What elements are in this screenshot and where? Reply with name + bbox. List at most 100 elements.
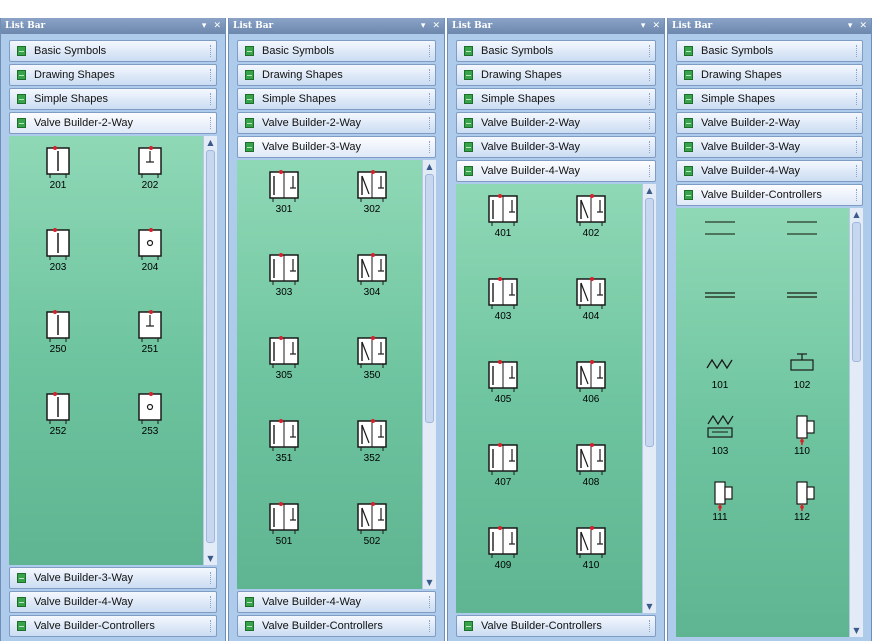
listbar-group-basic-symbols[interactable]: Basic Symbols: [237, 40, 436, 62]
listbar-group-drawing-shapes[interactable]: Drawing Shapes: [237, 64, 436, 86]
listbar-group-drawing-shapes[interactable]: Drawing Shapes: [456, 64, 656, 86]
shape-item[interactable]: 204: [125, 226, 175, 274]
dropdown-icon[interactable]: ▾: [641, 21, 646, 31]
shape-item[interactable]: 110: [777, 410, 827, 458]
shape-item[interactable]: 303: [259, 251, 309, 299]
shape-item[interactable]: 301: [259, 168, 309, 216]
scroll-down-arrow-icon[interactable]: ▼: [204, 552, 217, 565]
shape-item[interactable]: 103: [695, 410, 745, 458]
shape-item[interactable]: 352: [347, 417, 397, 465]
scroll-up-arrow-icon[interactable]: ▲: [423, 160, 436, 173]
scroll-thumb[interactable]: [206, 150, 215, 543]
vertical-scrollbar[interactable]: ▲ ▼: [849, 208, 863, 637]
scroll-thumb[interactable]: [852, 222, 861, 362]
close-icon[interactable]: ✕: [652, 21, 660, 31]
listbar-group-valve-builder-2-way[interactable]: Valve Builder-2-Way: [676, 112, 863, 134]
listbar-group-simple-shapes[interactable]: Simple Shapes: [676, 88, 863, 110]
grip-handle: [210, 596, 213, 608]
shape-item[interactable]: 402: [566, 192, 616, 240]
close-icon[interactable]: ✕: [432, 21, 440, 31]
shape-item[interactable]: 111: [695, 476, 745, 524]
close-icon[interactable]: ✕: [213, 21, 221, 31]
shape-item[interactable]: 253: [125, 390, 175, 438]
shape-label: 103: [711, 446, 729, 457]
listbar-group-valve-builder-4-way[interactable]: Valve Builder-4-Way: [456, 160, 656, 182]
scroll-down-arrow-icon[interactable]: ▼: [643, 600, 656, 613]
shape-item[interactable]: 101: [695, 344, 745, 392]
group-label: Valve Builder-4-Way: [481, 165, 581, 177]
listbar-group-valve-builder-controllers[interactable]: Valve Builder-Controllers: [9, 615, 217, 637]
close-icon[interactable]: ✕: [859, 21, 867, 31]
shape-item[interactable]: 408: [566, 441, 616, 489]
shape-item[interactable]: 501: [259, 500, 309, 548]
valve-4way-icon: [576, 194, 606, 226]
shape-item[interactable]: 203: [33, 226, 83, 274]
listbar-group-valve-builder-4-way[interactable]: Valve Builder-4-Way: [676, 160, 863, 182]
listbar-group-valve-builder-3-way[interactable]: Valve Builder-3-Way: [676, 136, 863, 158]
shape-item[interactable]: 302: [347, 168, 397, 216]
folder-icon: [684, 94, 693, 104]
listbar-group-valve-builder-4-way[interactable]: Valve Builder-4-Way: [237, 591, 436, 613]
shape-item[interactable]: 409: [478, 524, 528, 572]
shape-item[interactable]: 407: [478, 441, 528, 489]
listbar-group-simple-shapes[interactable]: Simple Shapes: [237, 88, 436, 110]
shape-item[interactable]: 201: [33, 144, 83, 192]
shape-item[interactable]: 102: [777, 344, 827, 392]
listbar-group-basic-symbols[interactable]: Basic Symbols: [9, 40, 217, 62]
listbar-group-valve-builder-3-way[interactable]: Valve Builder-3-Way: [9, 567, 217, 589]
listbar-group-drawing-shapes[interactable]: Drawing Shapes: [676, 64, 863, 86]
shape-item[interactable]: 502: [347, 500, 397, 548]
scroll-up-arrow-icon[interactable]: ▲: [643, 184, 656, 197]
dropdown-icon[interactable]: ▾: [848, 21, 853, 31]
shape-item[interactable]: 351: [259, 417, 309, 465]
shape-item[interactable]: [695, 212, 745, 248]
dropdown-icon[interactable]: ▾: [421, 21, 426, 31]
scroll-thumb[interactable]: [425, 174, 434, 423]
shape-item[interactable]: 405: [478, 358, 528, 406]
listbar-group-drawing-shapes[interactable]: Drawing Shapes: [9, 64, 217, 86]
shape-item[interactable]: 250: [33, 308, 83, 356]
shape-item[interactable]: [777, 278, 827, 314]
listbar-group-simple-shapes[interactable]: Simple Shapes: [456, 88, 656, 110]
shape-item[interactable]: 406: [566, 358, 616, 406]
shape-item[interactable]: [695, 278, 745, 314]
shape-item[interactable]: 112: [777, 476, 827, 524]
shape-item[interactable]: 350: [347, 334, 397, 382]
shape-item[interactable]: 401: [478, 192, 528, 240]
list-bar-body: Basic Symbols Drawing Shapes Simple Shapes…: [676, 40, 863, 641]
listbar-group-valve-builder-2-way[interactable]: Valve Builder-2-Way: [9, 112, 217, 134]
shape-item[interactable]: 252: [33, 390, 83, 438]
dropdown-icon[interactable]: ▾: [202, 21, 207, 31]
listbar-group-simple-shapes[interactable]: Simple Shapes: [9, 88, 217, 110]
listbar-group-valve-builder-2-way[interactable]: Valve Builder-2-Way: [237, 112, 436, 134]
shape-item[interactable]: 305: [259, 334, 309, 382]
listbar-group-valve-builder-2-way[interactable]: Valve Builder-2-Way: [456, 112, 656, 134]
vertical-scrollbar[interactable]: ▲ ▼: [203, 136, 217, 565]
vertical-scrollbar[interactable]: ▲ ▼: [422, 160, 436, 589]
listbar-group-basic-symbols[interactable]: Basic Symbols: [456, 40, 656, 62]
listbar-group-valve-builder-4-way[interactable]: Valve Builder-4-Way: [9, 591, 217, 613]
listbar-group-basic-symbols[interactable]: Basic Symbols: [676, 40, 863, 62]
folder-icon: [245, 621, 254, 631]
listbar-group-valve-builder-controllers[interactable]: Valve Builder-Controllers: [456, 615, 656, 637]
shape-item[interactable]: 251: [125, 308, 175, 356]
scroll-down-arrow-icon[interactable]: ▼: [423, 576, 436, 589]
folder-icon: [684, 142, 693, 152]
shape-item[interactable]: [777, 212, 827, 248]
scroll-up-arrow-icon[interactable]: ▲: [850, 208, 863, 221]
listbar-group-valve-builder-3-way[interactable]: Valve Builder-3-Way: [237, 136, 436, 158]
scroll-up-arrow-icon[interactable]: ▲: [204, 136, 217, 149]
shape-item[interactable]: 304: [347, 251, 397, 299]
shape-item[interactable]: 410: [566, 524, 616, 572]
scroll-thumb[interactable]: [645, 198, 654, 447]
scroll-down-arrow-icon[interactable]: ▼: [850, 624, 863, 637]
group-label: Simple Shapes: [701, 93, 775, 105]
shape-item[interactable]: 404: [566, 275, 616, 323]
shape-item[interactable]: 202: [125, 144, 175, 192]
listbar-group-valve-builder-controllers[interactable]: Valve Builder-Controllers: [676, 184, 863, 206]
vertical-scrollbar[interactable]: ▲ ▼: [642, 184, 656, 613]
listbar-group-valve-builder-controllers[interactable]: Valve Builder-Controllers: [237, 615, 436, 637]
shape-item[interactable]: 403: [478, 275, 528, 323]
group-label: Basic Symbols: [34, 45, 107, 57]
listbar-group-valve-builder-3-way[interactable]: Valve Builder-3-Way: [456, 136, 656, 158]
